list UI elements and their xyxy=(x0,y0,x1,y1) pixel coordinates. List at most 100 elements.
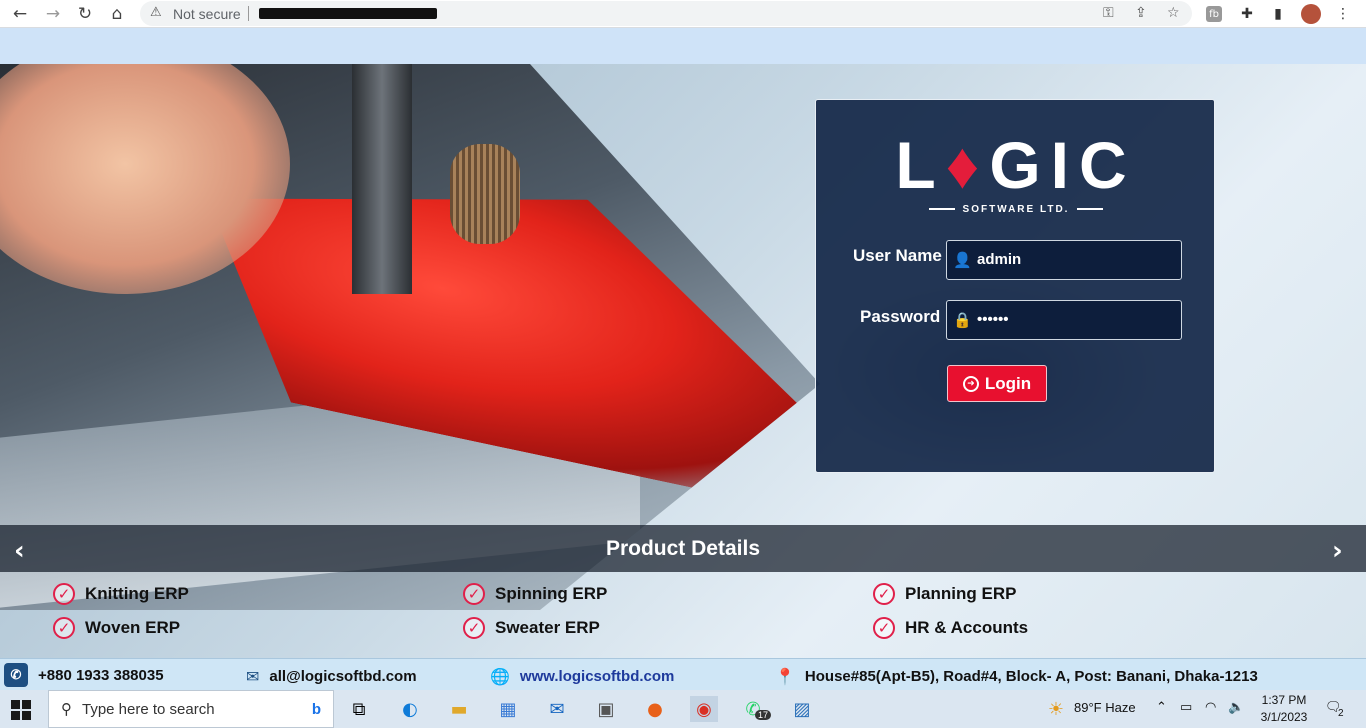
contact-bar: ✆ +880 1933 388035 ✉ all@logicsoftbd.com… xyxy=(0,658,1366,690)
clock-time: 1:37 PM xyxy=(1261,693,1307,707)
product-item[interactable]: ✓ Planning ERP xyxy=(873,583,1016,605)
product-label: Knitting ERP xyxy=(85,584,189,603)
omnibox-divider xyxy=(248,6,249,21)
system-clock[interactable]: 1:37 PM 3/1/2023 xyxy=(1249,692,1319,726)
product-label: Woven ERP xyxy=(85,618,181,637)
product-label: HR & Accounts xyxy=(905,618,1029,637)
logo-subtitle: SOFTWARE LTD. xyxy=(816,204,1216,215)
login-button[interactable]: ➜ Login xyxy=(947,365,1047,402)
windows-taskbar: ⚲ Type here to search b ⧉ ◐ ▬ ▦ ✉ ▣ ● ◉ … xyxy=(0,690,1366,728)
warning-icon: ⚠ xyxy=(150,5,162,20)
needle-bar xyxy=(352,64,412,294)
phone-item: ✆ +880 1933 388035 xyxy=(4,663,164,687)
notification-count: 2 xyxy=(1338,708,1344,719)
check-icon: ✓ xyxy=(873,583,895,605)
website-link[interactable]: www.logicsoftbd.com xyxy=(520,668,674,685)
globe-icon: 🌐 xyxy=(490,667,510,686)
username-field[interactable]: 👤 admin xyxy=(946,240,1182,280)
forward-icon[interactable]: → xyxy=(42,4,64,24)
share-icon[interactable]: ⇪ xyxy=(1135,5,1147,21)
battery-icon[interactable]: ▭ xyxy=(1180,700,1192,715)
check-icon: ✓ xyxy=(463,617,485,639)
login-button-label: Login xyxy=(984,373,1032,393)
wifi-icon[interactable]: ◠ xyxy=(1205,700,1216,715)
check-icon: ✓ xyxy=(53,617,75,639)
address-bar[interactable]: ⚠ Not secure ⚿ ⇪ ☆ xyxy=(140,1,1192,26)
mail-icon[interactable]: ✉ xyxy=(543,696,571,722)
email-item: ✉ all@logicsoftbd.com xyxy=(246,667,417,686)
task-view-icon[interactable]: ⧉ xyxy=(345,696,373,722)
product-item[interactable]: ✓ Woven ERP xyxy=(53,617,180,639)
product-label: Sweater ERP xyxy=(495,618,600,637)
product-item[interactable]: ✓ Spinning ERP xyxy=(463,583,607,605)
carousel-next-icon[interactable]: › xyxy=(1332,536,1343,566)
product-label: Spinning ERP xyxy=(495,584,608,603)
logo-letter: L xyxy=(895,128,946,202)
file-explorer-icon[interactable]: ▬ xyxy=(445,696,473,722)
security-label: Not secure xyxy=(173,6,241,22)
username-value: admin xyxy=(977,251,1022,268)
search-placeholder: Type here to search xyxy=(82,700,215,718)
whatsapp-badge: 17 xyxy=(755,710,772,720)
reload-icon[interactable]: ↻ xyxy=(74,4,96,24)
check-icon: ✓ xyxy=(53,583,75,605)
tension-knob xyxy=(450,144,520,244)
network-app-icon[interactable]: ▣ xyxy=(592,696,620,722)
key-icon[interactable]: ⚿ xyxy=(1103,5,1114,21)
check-icon: ✓ xyxy=(873,617,895,639)
browser-toolbar: ← → ↻ ⌂ ⚠ Not secure ⚿ ⇪ ☆ fb ✚ ▮ ⋮ xyxy=(0,0,1366,28)
lock-icon: 🔒 xyxy=(953,311,972,329)
product-item[interactable]: ✓ Knitting ERP xyxy=(53,583,189,605)
check-icon: ✓ xyxy=(463,583,485,605)
address-item: 📍 House#85(Apt-B5), Road#4, Block- A, Po… xyxy=(775,667,1258,686)
email-address: all@logicsoftbd.com xyxy=(269,668,417,685)
phone-number: +880 1933 388035 xyxy=(38,666,164,684)
product-item[interactable]: ✓ Sweater ERP xyxy=(463,617,600,639)
home-icon[interactable]: ⌂ xyxy=(106,4,128,24)
store-icon[interactable]: ▦ xyxy=(494,696,522,722)
product-details-title: Product Details xyxy=(605,536,761,560)
password-field[interactable]: 🔒 •••••• xyxy=(946,300,1182,340)
windows-start-icon[interactable] xyxy=(11,700,31,720)
login-arrow-icon: ➜ xyxy=(962,375,979,392)
weather-text[interactable]: 89°F Haze xyxy=(1074,700,1136,715)
taskbar-search-box[interactable]: ⚲ Type here to search b xyxy=(48,690,334,728)
bing-icon[interactable]: b xyxy=(312,701,321,718)
menu-dots-icon[interactable]: ⋮ xyxy=(1333,4,1353,24)
user-icon: 👤 xyxy=(953,251,972,269)
firefox-icon[interactable]: ● xyxy=(641,696,669,722)
password-label: Password xyxy=(860,307,941,326)
photos-icon[interactable]: ▨ xyxy=(788,696,816,722)
location-pin-icon: 📍 xyxy=(775,667,795,686)
bulb-icon: ♦ xyxy=(945,128,990,202)
website-item: 🌐 www.logicsoftbd.com xyxy=(490,667,674,686)
company-logo: L♦GIC xyxy=(816,132,1216,198)
login-panel: L♦GIC SOFTWARE LTD. User Name 👤 admin Pa… xyxy=(815,99,1215,473)
username-label: User Name xyxy=(853,246,942,265)
profile-avatar[interactable] xyxy=(1301,4,1321,24)
product-label: Planning ERP xyxy=(905,584,1017,603)
side-panel-icon[interactable]: ▮ xyxy=(1268,4,1288,24)
logo-letter: G xyxy=(989,128,1051,202)
clock-date: 3/1/2023 xyxy=(1260,710,1308,724)
redacted-url xyxy=(259,8,437,19)
logo-letter: I xyxy=(1050,128,1080,202)
password-value: •••••• xyxy=(977,311,1009,328)
carousel-prev-icon[interactable]: ‹ xyxy=(14,536,25,566)
envelope-icon: ✉ xyxy=(246,667,260,686)
phone-icon: ✆ xyxy=(4,663,28,687)
edge-icon[interactable]: ◐ xyxy=(396,696,424,722)
chrome-icon[interactable]: ◉ xyxy=(690,696,718,722)
fb-extension-icon[interactable]: fb xyxy=(1206,6,1222,22)
bookmarks-bar xyxy=(0,28,1366,64)
tray-chevron-icon[interactable]: ⌃ xyxy=(1156,700,1167,715)
bookmark-star-icon[interactable]: ☆ xyxy=(1167,5,1180,21)
weather-icon[interactable]: ☀ xyxy=(1042,696,1070,722)
address-text: House#85(Apt-B5), Road#4, Block- A, Post… xyxy=(804,668,1258,685)
product-details-bar: Product Details xyxy=(0,525,1366,572)
product-item[interactable]: ✓ HR & Accounts xyxy=(873,617,1028,639)
volume-icon[interactable]: 🔈 xyxy=(1228,700,1244,715)
extensions-puzzle-icon[interactable]: ✚ xyxy=(1237,4,1257,24)
back-icon[interactable]: ← xyxy=(9,4,31,24)
search-icon: ⚲ xyxy=(61,700,72,718)
